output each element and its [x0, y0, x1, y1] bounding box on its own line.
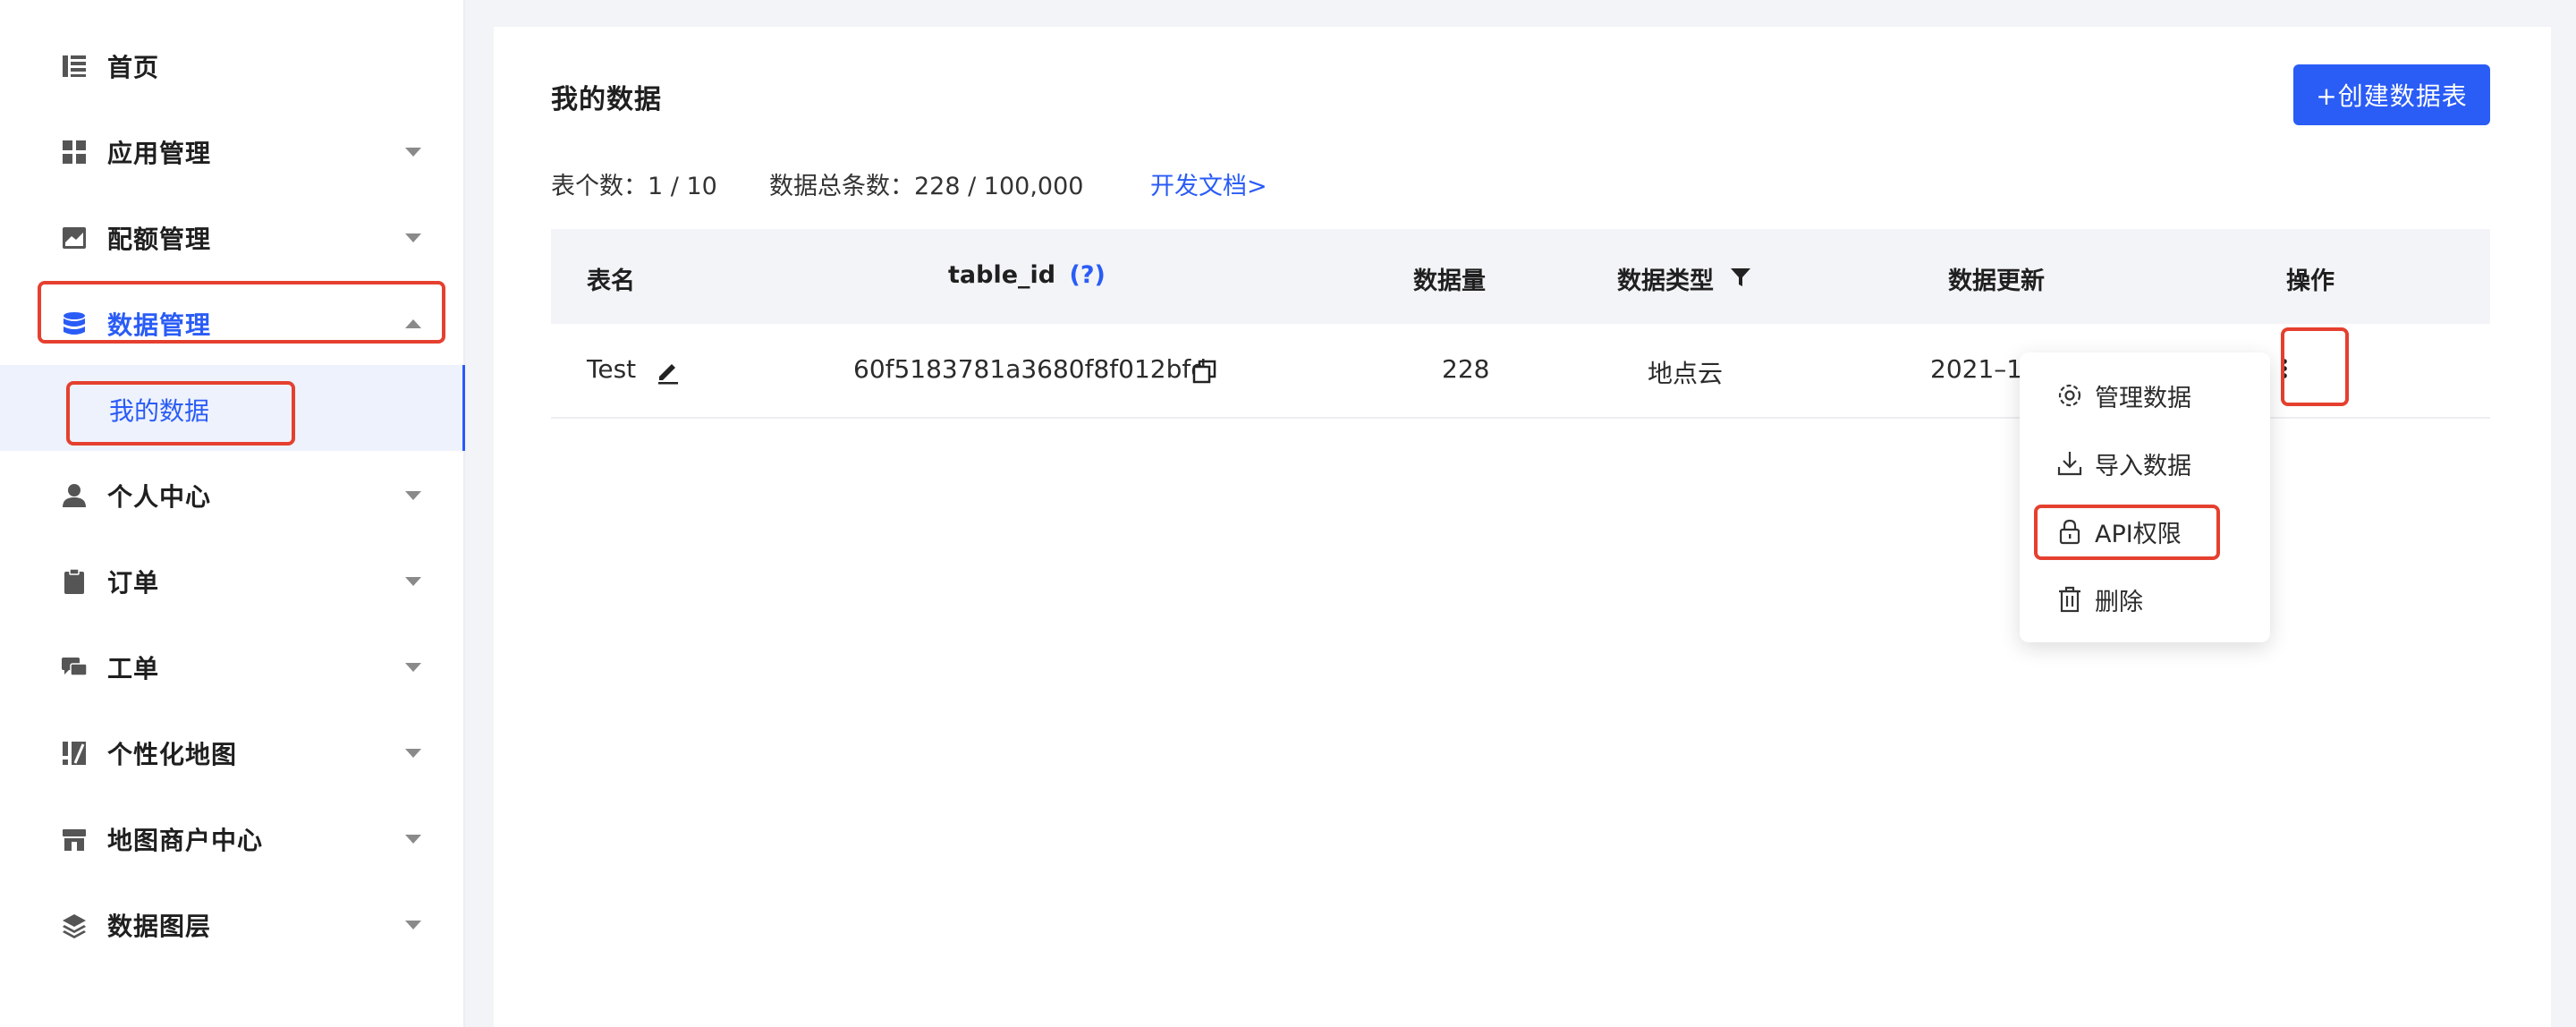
menu-item-import-data[interactable]: 导入数据	[2055, 446, 2191, 481]
sidebar-subitem-label: 我的数据	[109, 396, 210, 426]
sidebar: 首页 应用管理 配额管理 数据管理 我的数据 个人中心 订单 工单 个性化地图 …	[0, 0, 465, 1027]
column-header-type: 数据类型	[1617, 267, 1714, 295]
chevron-down-icon	[404, 744, 422, 762]
dev-docs-link[interactable]: 开发文档>	[1150, 166, 1267, 201]
table-count-stat: 表个数：1 / 10	[551, 173, 717, 200]
table-id-help-link[interactable]: (?)	[1070, 261, 1106, 289]
page-title: 我的数据	[551, 84, 662, 115]
column-header-table-id: table_id (?)	[948, 261, 1106, 289]
sidebar-item-data-layers[interactable]: 数据图层	[0, 882, 465, 968]
column-header-table-id-label: table_id	[948, 261, 1056, 289]
chevron-down-icon	[404, 487, 422, 505]
sidebar-item-label: 配额管理	[107, 225, 212, 254]
grid-icon	[61, 139, 88, 166]
menu-item-delete[interactable]: 删除	[2055, 581, 2143, 617]
menu-item-label: API权限	[2095, 520, 2182, 548]
download-icon	[2055, 449, 2084, 478]
trash-icon	[2055, 585, 2084, 614]
clipboard-icon	[61, 568, 88, 595]
sidebar-item-label: 地图商户中心	[107, 826, 264, 855]
copy-icon[interactable]	[1191, 358, 1218, 385]
sidebar-item-quota-management[interactable]: 配额管理	[0, 195, 465, 281]
menu-item-manage-data[interactable]: 管理数据	[2055, 378, 2191, 413]
sidebar-item-orders[interactable]: 订单	[0, 539, 465, 624]
gear-icon	[2055, 381, 2084, 410]
menu-item-label: 导入数据	[2095, 452, 2191, 480]
menu-item-label: 删除	[2095, 588, 2143, 616]
cell-table-id: 60f5183781a3680f8f012bfd	[853, 354, 1207, 384]
sidebar-item-label: 个人中心	[107, 482, 212, 512]
chevron-down-icon	[404, 658, 422, 676]
sidebar-item-label: 应用管理	[107, 139, 212, 168]
sidebar-item-label: 订单	[107, 568, 160, 598]
sidebar-item-custom-map[interactable]: 个性化地图	[0, 710, 465, 796]
chevron-down-icon	[404, 143, 422, 161]
cell-data-type: 地点云	[1648, 359, 1724, 388]
database-icon	[61, 310, 88, 337]
store-icon	[61, 826, 88, 853]
column-header-actions: 操作	[2286, 267, 2334, 295]
lock-icon	[2055, 517, 2084, 546]
user-icon	[61, 482, 88, 509]
chevron-down-icon	[404, 830, 422, 848]
sidebar-item-label: 数据管理	[107, 310, 212, 340]
sidebar-item-app-management[interactable]: 应用管理	[0, 109, 465, 195]
sidebar-item-label: 数据图层	[107, 912, 212, 941]
sidebar-item-data-management[interactable]: 数据管理	[0, 281, 465, 367]
data-total-stat: 数据总条数：228 / 100,000	[769, 173, 1084, 200]
menu-item-api-permission[interactable]: API权限	[2055, 514, 2182, 549]
filter-icon[interactable]	[1730, 267, 1751, 288]
sidebar-item-home[interactable]: 首页	[0, 23, 465, 109]
sidebar-item-tickets[interactable]: 工单	[0, 624, 465, 710]
cell-table-name: Test	[587, 354, 637, 384]
create-table-button[interactable]: +创建数据表	[2293, 64, 2490, 125]
sidebar-item-label: 首页	[107, 53, 160, 82]
cell-data-count: 228	[1442, 354, 1490, 384]
chevron-down-icon	[404, 573, 422, 590]
chevron-down-icon	[404, 916, 422, 934]
sidebar-item-personal-center[interactable]: 个人中心	[0, 453, 465, 539]
column-header-count: 数据量	[1413, 267, 1486, 295]
chevron-up-icon	[404, 315, 422, 333]
table-header: 表名 table_id (?) 数据量 数据类型 数据更新 操作	[551, 229, 2490, 324]
layers-icon	[61, 912, 88, 938]
menu-item-label: 管理数据	[2095, 384, 2191, 412]
sidebar-item-label: 个性化地图	[107, 740, 238, 769]
chevron-down-icon	[404, 229, 422, 247]
sidebar-subitem-my-data[interactable]: 我的数据	[0, 365, 465, 451]
more-actions-icon[interactable]	[2279, 351, 2290, 386]
list-icon	[61, 53, 88, 80]
sidebar-item-merchant-center[interactable]: 地图商户中心	[0, 796, 465, 882]
column-header-name: 表名	[587, 267, 635, 295]
actions-dropdown-menu: 管理数据 导入数据 API权限 删除	[2020, 352, 2270, 642]
column-header-updated: 数据更新	[1948, 267, 2045, 295]
map-style-icon	[61, 740, 88, 767]
chat-icon	[61, 654, 88, 681]
chart-area-icon	[61, 225, 88, 251]
edit-icon[interactable]	[655, 358, 682, 385]
sidebar-item-label: 工单	[107, 654, 160, 683]
